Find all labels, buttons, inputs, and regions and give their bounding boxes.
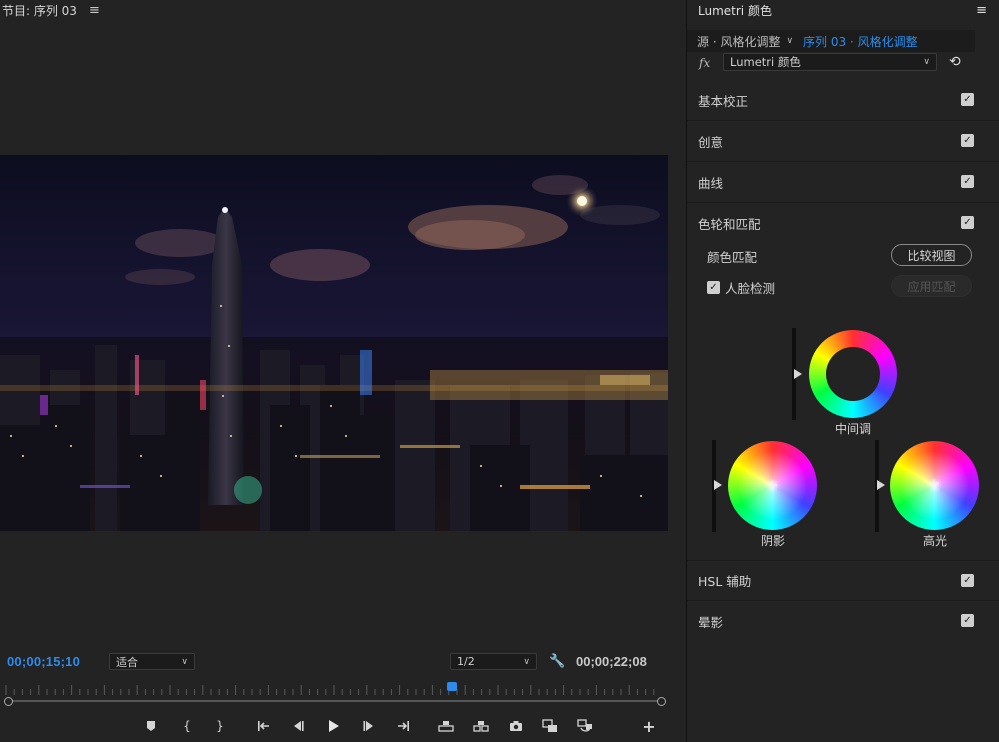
midtones-color-wheel[interactable] (809, 330, 897, 418)
settings-wrench-icon[interactable]: 🔧 (549, 654, 565, 669)
section-enable-checkbox[interactable]: ✓ (961, 216, 974, 229)
shadows-crosshair-icon[interactable]: + (766, 478, 779, 493)
section-hsl-secondary[interactable]: HSL 辅助 ✓ (687, 560, 999, 601)
resolution-select-value: 1/2 (457, 655, 475, 668)
go-to-out-icon[interactable] (393, 716, 413, 736)
comparison-view-icon[interactable] (540, 716, 560, 736)
scrollbar-right-handle[interactable] (657, 697, 666, 706)
section-label: 基本校正 (698, 93, 749, 109)
section-color-wheels[interactable]: 色轮和匹配 ✓ (687, 203, 999, 244)
section-basic-correction[interactable]: 基本校正 ✓ (687, 80, 999, 121)
resolution-select[interactable]: 1/2 ∨ (450, 653, 537, 670)
button-editor-add-icon[interactable]: + (639, 716, 659, 736)
section-curves[interactable]: 曲线 ✓ (687, 162, 999, 203)
compare-view-button[interactable]: 比较视图 (891, 244, 972, 266)
highlights-crosshair-icon[interactable]: + (928, 476, 941, 491)
lumetri-color-panel: Lumetri 颜色 ≡ 源 · 风格化调整 ∨ 序列 03 · 风格化调整 f… (686, 0, 999, 742)
duration-timecode: 00;00;22;08 (576, 654, 647, 669)
add-marker-icon[interactable] (141, 716, 161, 736)
color-match-label: 颜色匹配 (707, 250, 758, 265)
chevron-down-icon: ∨ (923, 57, 930, 67)
program-monitor-header: 节目: 序列 03 ≡ (0, 0, 680, 20)
section-creative[interactable]: 创意 ✓ (687, 121, 999, 162)
effect-select[interactable]: Lumetri 颜色 ∨ (723, 53, 937, 71)
transport-controls: { } + (140, 716, 670, 736)
section-label: 色轮和匹配 (698, 217, 761, 232)
source-clip-label[interactable]: 源 · 风格化调整 (697, 33, 780, 50)
lift-icon[interactable] (436, 716, 456, 736)
city-night-image (0, 175, 668, 531)
video-preview[interactable] (0, 155, 668, 531)
source-bar: 源 · 风格化调整 ∨ 序列 03 · 风格化调整 (687, 30, 975, 52)
face-detect-checkbox[interactable]: ✓ (707, 281, 720, 294)
lumetri-header: Lumetri 颜色 ≡ (687, 0, 999, 21)
section-enable-checkbox[interactable]: ✓ (961, 175, 974, 188)
panel-menu-icon[interactable]: ≡ (89, 3, 100, 18)
export-frame-camera-icon[interactable] (506, 716, 526, 736)
section-vignette[interactable]: 晕影 ✓ (687, 601, 999, 642)
section-enable-checkbox[interactable]: ✓ (961, 614, 974, 627)
scrollbar-left-handle[interactable] (4, 697, 13, 706)
effect-select-value: Lumetri 颜色 (730, 55, 801, 69)
effect-row: fx Lumetri 颜色 ∨ ⟲ (687, 52, 999, 74)
section-label: 创意 (698, 134, 724, 150)
highlights-label: 高光 (922, 534, 947, 548)
extract-icon[interactable] (471, 716, 491, 736)
midtones-label: 中间调 (834, 422, 871, 436)
mark-out-icon[interactable]: } (210, 716, 230, 736)
mark-in-icon[interactable]: { (177, 716, 197, 736)
section-label: HSL 辅助 (698, 574, 752, 589)
midtones-luma-slider[interactable] (792, 328, 802, 420)
zoom-select[interactable]: 适合 ∨ (109, 653, 195, 670)
current-timecode[interactable]: 00;00;15;10 (7, 654, 80, 669)
playhead-marker[interactable] (447, 682, 458, 691)
highlights-luma-slider[interactable] (875, 440, 885, 532)
section-enable-checkbox[interactable]: ✓ (961, 574, 974, 587)
shadows-luma-slider[interactable] (712, 440, 722, 532)
section-label: 晕影 (698, 615, 724, 630)
zoom-select-value: 适合 (116, 655, 138, 669)
shadows-color-wheel[interactable]: + (728, 441, 817, 530)
apply-match-button[interactable]: 应用匹配 (891, 275, 972, 297)
lumetri-title[interactable]: Lumetri 颜色 (698, 2, 772, 19)
step-back-icon[interactable] (288, 716, 308, 736)
shadows-label: 阴影 (760, 534, 785, 548)
fx-badge[interactable]: fx (699, 56, 710, 70)
reset-icon[interactable]: ⟲ (949, 54, 961, 70)
chevron-down-icon: ∨ (181, 656, 188, 667)
chevron-down-icon: ∨ (523, 656, 530, 667)
section-enable-checkbox[interactable]: ✓ (961, 134, 974, 147)
section-label: 曲线 (698, 175, 724, 191)
play-icon[interactable] (324, 716, 344, 736)
go-to-in-icon[interactable] (254, 716, 274, 736)
panel-menu-icon[interactable]: ≡ (976, 3, 987, 18)
program-monitor-title[interactable]: 节目: 序列 03 (0, 2, 77, 19)
chevron-down-icon[interactable]: ∨ (786, 36, 793, 46)
zoom-scrollbar[interactable] (4, 697, 666, 706)
face-detect-label: 人脸检测 (725, 281, 776, 296)
highlights-color-wheel[interactable]: + (890, 441, 979, 530)
step-forward-icon[interactable] (359, 716, 379, 736)
timeline-ruler[interactable] (0, 683, 668, 697)
sequence-clip-label[interactable]: 序列 03 · 风格化调整 (803, 33, 918, 50)
toggle-proxies-icon[interactable] (575, 716, 595, 736)
section-enable-checkbox[interactable]: ✓ (961, 93, 974, 106)
program-monitor-panel: 节目: 序列 03 ≡ 00;00;15;10 适合 ∨ 1/2 ∨ 🔧 00;… (0, 0, 680, 742)
